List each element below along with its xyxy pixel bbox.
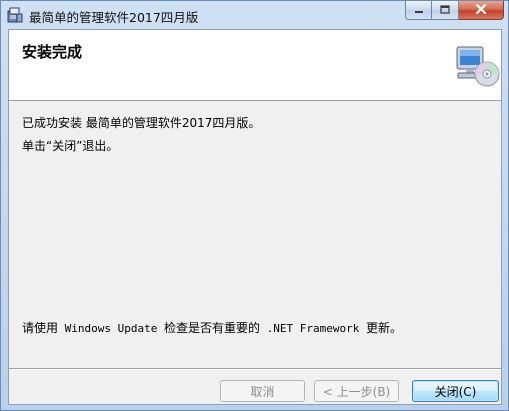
close-button[interactable]: 关闭(C): [412, 380, 499, 402]
wizard-page: 安装完成 已成功安装 最简单的管理软件2017四月版。 单击“关闭”退出。 请使…: [8, 29, 502, 405]
wizard-header: 安装完成: [9, 30, 501, 101]
caption-buttons: [405, 1, 504, 21]
page-title: 安装完成: [22, 43, 83, 61]
exit-instruction: 单击“关闭”退出。: [22, 139, 119, 153]
back-button[interactable]: < 上一步(B): [314, 380, 399, 402]
maximize-icon: [440, 3, 450, 17]
update-notice-suffix: 更新。: [365, 321, 402, 335]
close-icon: [475, 3, 487, 17]
update-notice-windows-update: Windows Update: [58, 322, 164, 335]
update-notice: 请使用 Windows Update 检查是否有重要的 .NET Framewo…: [22, 319, 402, 336]
minimize-button[interactable]: [405, 1, 432, 20]
window-title: 最简单的管理软件2017四月版: [29, 10, 199, 25]
cancel-button[interactable]: 取消: [220, 380, 305, 402]
minimize-icon: [414, 3, 424, 17]
update-notice-net-framework: .NET Framework: [260, 322, 366, 335]
installer-window: 最简单的管理软件2017四月版 安装完成 已成功安装 最简单的管理软件2017四…: [0, 0, 509, 411]
maximize-button[interactable]: [432, 1, 459, 20]
success-message: 已成功安装 最简单的管理软件2017四月版。: [22, 116, 261, 130]
title-bar[interactable]: 最简单的管理软件2017四月版: [1, 1, 508, 29]
button-separator: [9, 368, 501, 370]
close-window-button[interactable]: [459, 1, 504, 20]
computer-cd-icon: [455, 44, 501, 88]
installer-icon: [7, 6, 23, 23]
update-notice-prefix: 请使用: [22, 321, 59, 335]
update-notice-middle: 检查是否有重要的: [163, 321, 260, 335]
